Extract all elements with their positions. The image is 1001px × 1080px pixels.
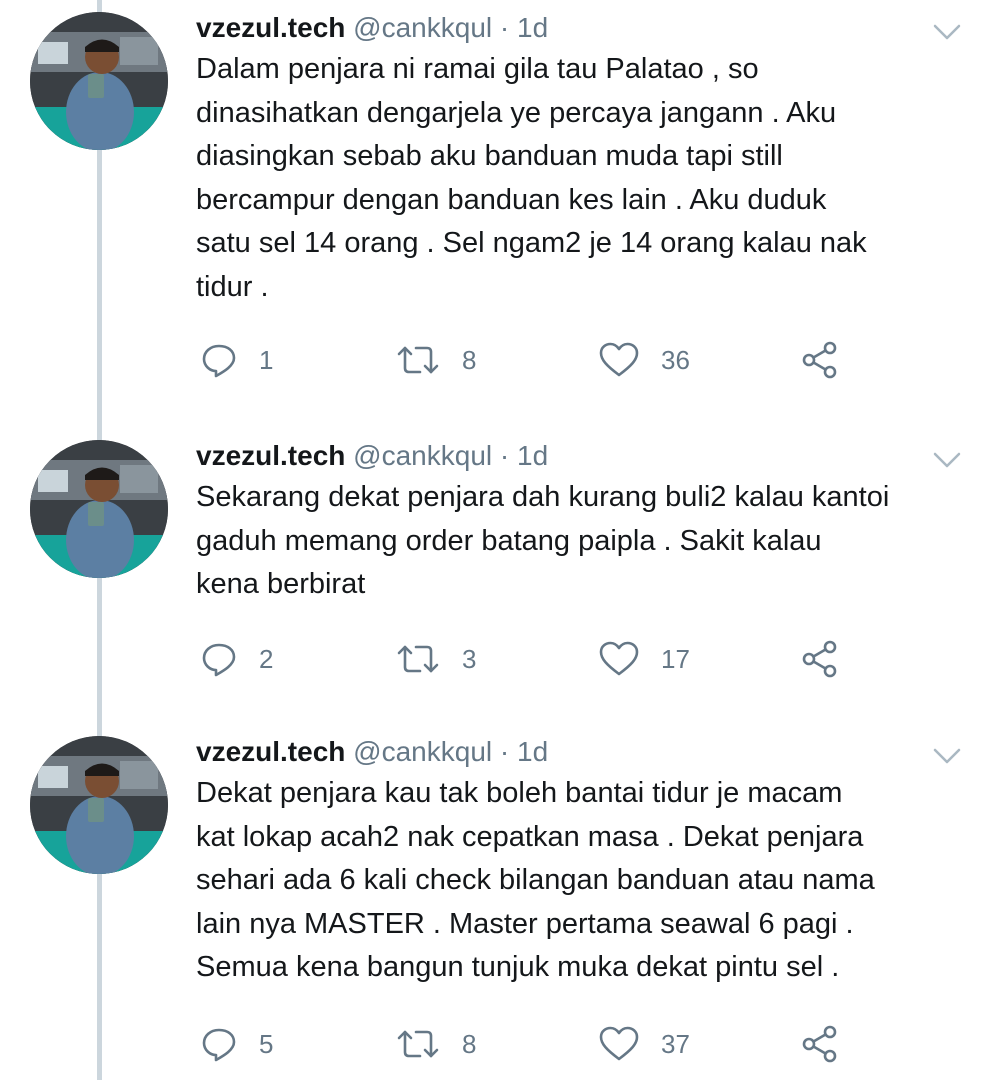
retweet-button[interactable]: 8 — [396, 1022, 476, 1066]
like-count: 36 — [661, 344, 690, 375]
avatar-photo — [30, 440, 168, 578]
tweet-header: vzezul.tech @cankkqul · 1d — [196, 732, 548, 772]
reply-count: 1 — [259, 344, 274, 375]
retweet-icon — [397, 346, 439, 374]
separator-dot: · — [499, 736, 510, 767]
tweet-text: Dekat penjara kau tak boleh bantai tidur… — [196, 777, 875, 983]
reply-icon — [202, 344, 236, 378]
reply-count: 2 — [259, 643, 274, 674]
tweet-actions: 2 3 17 — [196, 637, 896, 681]
like-count: 37 — [661, 1028, 690, 1059]
avatar-photo — [30, 736, 168, 874]
retweet-button[interactable]: 3 — [396, 637, 476, 681]
tweet-actions: 1 8 36 — [196, 338, 896, 382]
tweet-header: vzezul.tech @cankkqul · 1d — [196, 436, 548, 476]
retweet-icon — [397, 1030, 439, 1058]
like-count: 17 — [661, 643, 690, 674]
display-name[interactable]: vzezul.tech — [196, 12, 345, 43]
heart-icon — [599, 641, 639, 676]
share-button[interactable] — [800, 338, 840, 382]
reply-button[interactable]: 1 — [201, 338, 273, 382]
retweet-button[interactable]: 8 — [396, 338, 476, 382]
reply-icon — [202, 643, 236, 677]
avatar[interactable] — [30, 12, 168, 150]
retweet-count: 8 — [462, 1028, 477, 1059]
retweet-icon — [397, 645, 439, 673]
like-button[interactable]: 17 — [599, 637, 690, 681]
like-button[interactable]: 36 — [599, 338, 690, 382]
tweet-actions: 5 8 37 — [196, 1022, 896, 1066]
display-name[interactable]: vzezul.tech — [196, 440, 345, 471]
share-button[interactable] — [800, 637, 840, 681]
avatar[interactable] — [30, 440, 168, 578]
reply-button[interactable]: 2 — [201, 637, 273, 681]
share-button[interactable] — [800, 1022, 840, 1066]
share-icon — [802, 341, 837, 379]
tweet-header: vzezul.tech @cankkqul · 1d — [196, 8, 548, 48]
chevron-down-icon[interactable] — [932, 746, 962, 766]
tweet-text: Sekarang dekat penjara dah kurang buli2 … — [196, 481, 890, 600]
share-icon — [802, 1025, 837, 1063]
user-handle[interactable]: @cankkqul — [353, 736, 492, 767]
avatar[interactable] — [30, 736, 168, 874]
heart-icon — [599, 1026, 639, 1061]
chevron-down-icon[interactable] — [932, 450, 962, 470]
tweet-text: Dalam penjara ni ramai gila tau Palatao … — [196, 53, 867, 303]
reply-count: 5 — [259, 1028, 274, 1059]
separator-dot: · — [499, 12, 510, 43]
heart-icon — [599, 342, 639, 377]
display-name[interactable]: vzezul.tech — [196, 736, 345, 767]
chevron-down-icon[interactable] — [932, 22, 962, 42]
avatar-photo — [30, 12, 168, 150]
reply-button[interactable]: 5 — [201, 1022, 273, 1066]
retweet-count: 8 — [462, 344, 477, 375]
timestamp[interactable]: 1d — [517, 440, 548, 471]
like-button[interactable]: 37 — [599, 1022, 690, 1066]
user-handle[interactable]: @cankkqul — [353, 12, 492, 43]
timestamp[interactable]: 1d — [517, 736, 548, 767]
share-icon — [802, 640, 837, 678]
timestamp[interactable]: 1d — [517, 12, 548, 43]
separator-dot: · — [499, 440, 510, 471]
reply-icon — [202, 1028, 236, 1062]
user-handle[interactable]: @cankkqul — [353, 440, 492, 471]
retweet-count: 3 — [462, 643, 477, 674]
